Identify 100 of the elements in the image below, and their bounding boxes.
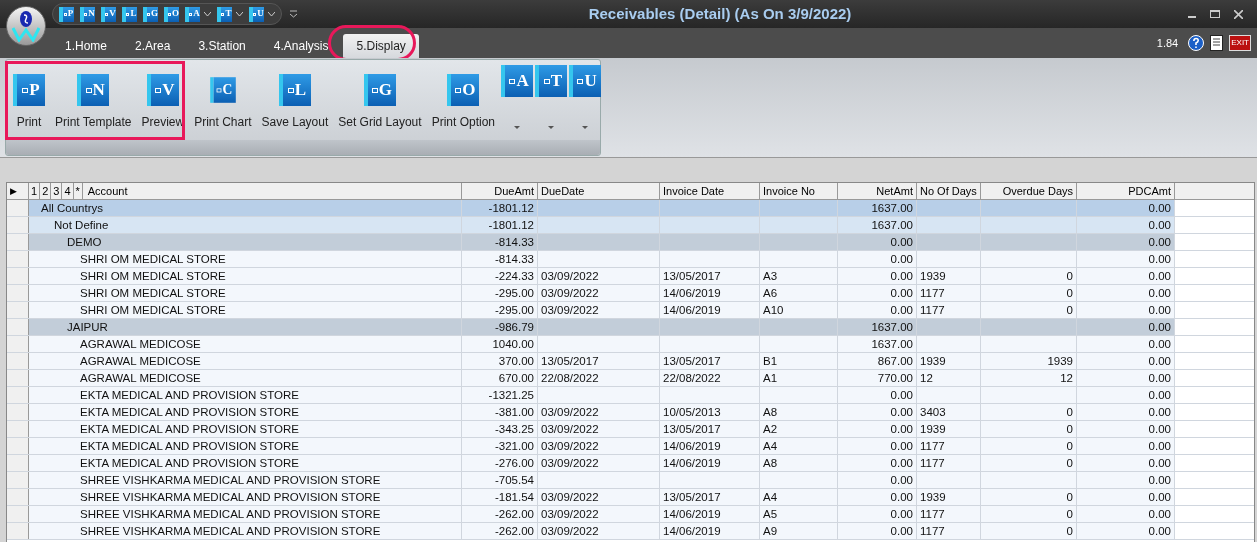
customize-icon[interactable] (290, 10, 297, 18)
table-cell: 867.00 (838, 353, 917, 369)
row-header[interactable] (7, 217, 29, 233)
table-cell: 0.00 (1077, 387, 1175, 403)
table-cell: 0.00 (1077, 353, 1175, 369)
level-button[interactable]: * (73, 183, 83, 199)
caret-icon (548, 126, 554, 129)
ribbon-button[interactable]: C Print Chart (190, 65, 256, 135)
table-cell: A8 (760, 455, 838, 471)
ribbon-tab[interactable]: 3.Station (185, 34, 259, 58)
ribbon-button[interactable]: V Preview (137, 65, 189, 135)
row-header[interactable] (7, 285, 29, 301)
table-cell: 03/09/2022 (538, 421, 660, 437)
letter-icon: N (77, 74, 110, 106)
ribbon-button[interactable]: O Print Option (427, 65, 499, 135)
table-cell: 0.00 (1077, 506, 1175, 522)
row-header[interactable] (7, 404, 29, 420)
column-header[interactable]: PDCAmt (1077, 183, 1175, 199)
table-cell: -1321.25 (462, 387, 538, 403)
table-cell: 1637.00 (838, 336, 917, 352)
maximize-icon[interactable] (1210, 10, 1220, 18)
column-header[interactable]: DueAmt (462, 183, 538, 199)
table-cell: -295.00 (462, 285, 538, 301)
row-header[interactable] (7, 336, 29, 352)
table-cell: SHREE VISHKARMA MEDICAL AND PROVISION STORE (29, 472, 462, 488)
ribbon-tab[interactable]: 5.Display (343, 34, 419, 58)
table-cell: -986.79 (462, 319, 538, 335)
row-header[interactable] (7, 234, 29, 250)
row-header[interactable] (7, 489, 29, 505)
row-header[interactable] (7, 506, 29, 522)
column-header[interactable]: NetAmt (838, 183, 917, 199)
ribbon-button[interactable]: N Print Template (51, 65, 136, 135)
table-cell: 03/09/2022 (538, 302, 660, 318)
ribbon-button[interactable]: G Set Grid Layout (334, 65, 426, 135)
column-header[interactable]: DueDate (538, 183, 660, 199)
table-cell: 1177 (917, 438, 981, 454)
ribbon-button[interactable]: P Print (9, 65, 49, 135)
quick-access-button[interactable]: G (143, 6, 158, 22)
row-header[interactable] (7, 455, 29, 471)
table-cell: 670.00 (462, 370, 538, 386)
table-cell: -381.00 (462, 404, 538, 420)
row-header[interactable] (7, 251, 29, 267)
row-header[interactable] (7, 421, 29, 437)
row-header[interactable] (7, 523, 29, 539)
row-header[interactable] (7, 268, 29, 284)
table-cell: A9 (760, 523, 838, 539)
quick-access-button[interactable]: O (164, 6, 179, 22)
row-header[interactable] (7, 472, 29, 488)
quick-access-button[interactable]: V (101, 6, 116, 22)
ribbon-dropdown-button[interactable]: T (535, 65, 567, 135)
column-header[interactable]: Overdue Days (981, 183, 1077, 199)
ribbon-dropdown-button[interactable]: A (501, 65, 533, 135)
row-header[interactable] (7, 302, 29, 318)
row-header[interactable] (7, 438, 29, 454)
level-button[interactable]: 4 (62, 183, 74, 199)
level-button[interactable]: 1 (29, 183, 41, 199)
table-cell: 0.00 (1077, 336, 1175, 352)
column-header[interactable]: Account (82, 183, 128, 199)
table-cell: -705.54 (462, 472, 538, 488)
row-header[interactable] (7, 370, 29, 386)
ribbon-button[interactable]: L Save Layout (257, 65, 333, 135)
table-cell: 03/09/2022 (538, 523, 660, 539)
close-icon[interactable] (1234, 9, 1243, 19)
table-cell: 10/05/2013 (660, 404, 760, 420)
table-cell: 0.00 (838, 438, 917, 454)
table-cell: -814.33 (462, 234, 538, 250)
quick-access-button[interactable]: N (80, 6, 95, 22)
exit-icon[interactable]: EXIT (1229, 35, 1251, 51)
table-cell: 0.00 (1077, 455, 1175, 471)
table-cell: 1040.00 (462, 336, 538, 352)
level-button[interactable]: 3 (51, 183, 63, 199)
table-cell: SHRI OM MEDICAL STORE (29, 302, 462, 318)
table-cell: 1177 (917, 506, 981, 522)
table-cell: -262.00 (462, 523, 538, 539)
table-cell: EKTA MEDICAL AND PROVISION STORE (29, 387, 462, 403)
table-cell: 0 (981, 523, 1077, 539)
ribbon-tab[interactable]: 2.Area (122, 34, 184, 58)
quick-access-button[interactable]: P (59, 6, 74, 22)
column-header[interactable]: Invoice No (760, 183, 838, 199)
table-cell: 370.00 (462, 353, 538, 369)
row-header[interactable] (7, 387, 29, 403)
row-header[interactable] (7, 200, 29, 216)
level-button[interactable]: 2 (40, 183, 52, 199)
column-header[interactable]: No Of Days (917, 183, 981, 199)
ribbon-dropdown-button[interactable]: U (569, 65, 601, 135)
table-cell: 13/05/2017 (660, 489, 760, 505)
row-header[interactable] (7, 353, 29, 369)
table-cell: SHRI OM MEDICAL STORE (29, 268, 462, 284)
table-cell: 03/09/2022 (538, 285, 660, 301)
letter-icon: P (13, 74, 45, 106)
ribbon-tab[interactable]: 1.Home (52, 34, 121, 58)
table-cell: -262.00 (462, 506, 538, 522)
quick-access-button[interactable]: L (122, 6, 137, 22)
ribbon-tab[interactable]: 4.Analysis (260, 34, 342, 58)
letter-icon: A (501, 65, 533, 97)
document-icon[interactable] (1210, 35, 1224, 51)
help-icon[interactable] (1188, 35, 1205, 51)
row-header[interactable] (7, 319, 29, 335)
column-header[interactable]: Invoice Date (660, 183, 760, 199)
table-cell: 0.00 (838, 523, 917, 539)
